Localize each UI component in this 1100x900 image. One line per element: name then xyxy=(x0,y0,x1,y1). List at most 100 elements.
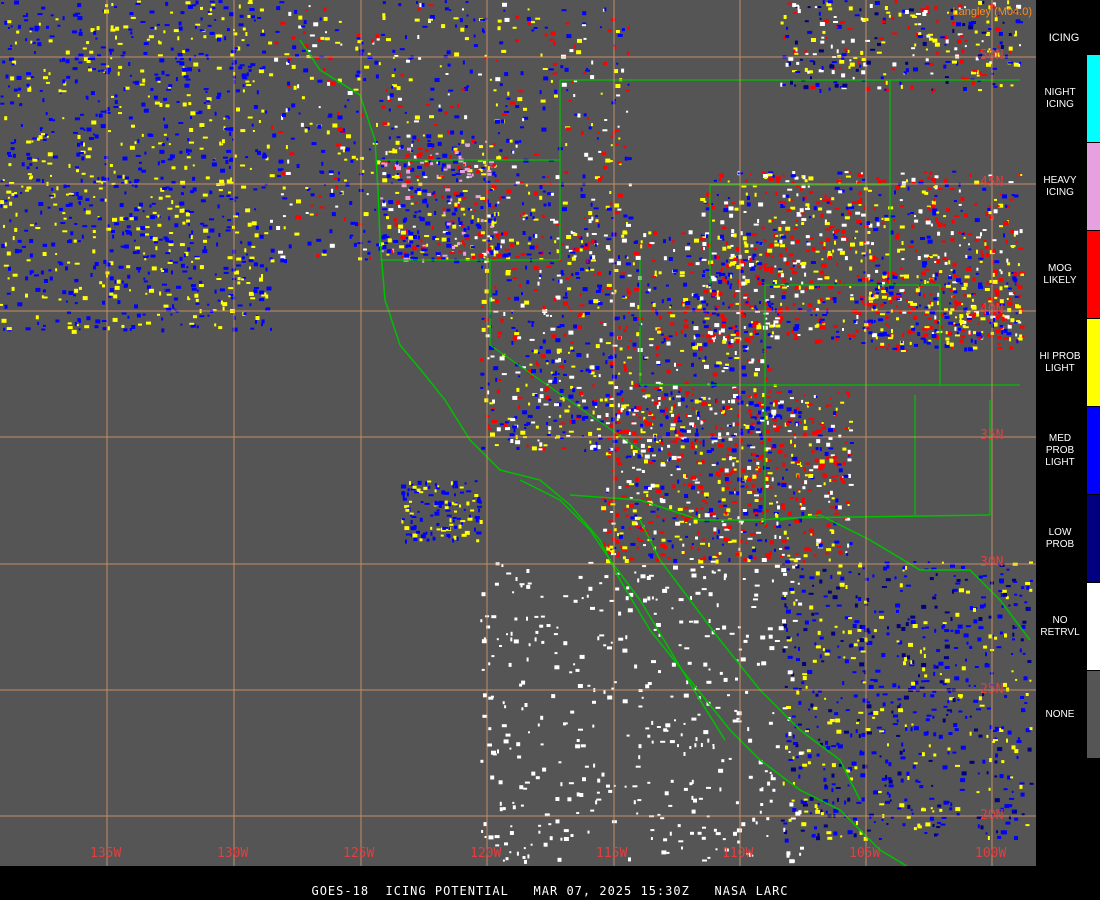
icing-pixel xyxy=(821,426,826,430)
icing-pixel xyxy=(157,54,163,57)
icing-pixel xyxy=(793,491,796,495)
icing-pixel xyxy=(822,326,826,329)
icing-pixel xyxy=(565,22,570,25)
icing-pixel xyxy=(258,69,264,74)
icing-pixel xyxy=(237,281,241,285)
icing-pixel xyxy=(901,258,905,261)
icing-pixel xyxy=(899,225,905,229)
icing-pixel xyxy=(793,338,799,340)
icing-pixel xyxy=(1009,337,1011,342)
icing-pixel xyxy=(665,284,669,287)
icing-pixel xyxy=(494,444,499,447)
icing-pixel xyxy=(506,196,511,199)
icing-pixel xyxy=(892,347,898,350)
icing-pixel xyxy=(428,485,431,489)
icing-pixel xyxy=(685,414,688,417)
icing-pixel xyxy=(86,41,90,45)
icing-pixel xyxy=(618,137,621,140)
icing-pixel xyxy=(647,283,650,287)
icing-pixel xyxy=(387,238,392,243)
icing-pixel xyxy=(710,512,716,516)
icing-pixel xyxy=(75,192,79,196)
icing-pixel xyxy=(782,194,786,198)
icing-pixel xyxy=(836,179,842,183)
icing-pixel xyxy=(406,59,410,63)
icing-pixel xyxy=(35,315,39,320)
icing-pixel xyxy=(276,226,281,230)
icing-pixel xyxy=(679,538,683,541)
icing-pixel xyxy=(626,110,629,113)
icing-pixel xyxy=(518,90,524,93)
icing-pixel xyxy=(242,27,246,31)
icing-pixel xyxy=(979,260,983,263)
icing-pixel xyxy=(791,181,795,184)
icing-pixel xyxy=(997,336,1002,340)
icing-pixel xyxy=(785,230,789,233)
icing-pixel xyxy=(685,405,688,408)
icing-pixel xyxy=(610,365,614,369)
icing-pixel xyxy=(855,211,861,215)
icing-pixel xyxy=(730,339,734,343)
icing-pixel xyxy=(786,537,789,540)
icing-pixel xyxy=(1011,194,1015,196)
icing-pixel xyxy=(810,314,813,316)
icing-pixel xyxy=(714,323,720,328)
icing-pixel xyxy=(794,293,799,298)
icing-pixel xyxy=(256,90,259,95)
icing-pixel xyxy=(907,25,910,30)
icing-pixel xyxy=(542,190,546,193)
icing-pixel xyxy=(198,52,204,55)
icing-pixel xyxy=(636,492,640,495)
icing-pixel xyxy=(254,287,259,289)
icing-pixel xyxy=(932,274,935,278)
icing-pixel xyxy=(527,21,531,26)
icing-pixel xyxy=(216,66,222,70)
icing-pixel xyxy=(491,409,495,412)
icing-pixel xyxy=(622,546,628,550)
icing-pixel xyxy=(417,7,421,11)
icing-pixel xyxy=(774,308,777,313)
icing-pixel xyxy=(967,256,972,260)
icing-pixel xyxy=(29,30,32,33)
icing-pixel xyxy=(463,227,467,232)
icing-pixel xyxy=(430,531,433,536)
icing-pixel xyxy=(929,278,933,283)
icing-pixel xyxy=(651,259,656,262)
icing-pixel xyxy=(712,219,715,222)
icing-pixel xyxy=(941,240,946,243)
icing-pixel xyxy=(733,388,737,391)
icing-pixel xyxy=(678,390,681,393)
icing-pixel xyxy=(350,221,356,225)
icing-pixel xyxy=(209,8,212,12)
icing-pixel xyxy=(690,399,694,402)
icing-pixel xyxy=(68,192,74,195)
icing-pixel xyxy=(800,290,805,294)
icing-pixel xyxy=(833,325,839,328)
icing-pixel xyxy=(625,485,630,488)
icing-pixel xyxy=(633,241,638,244)
icing-pixel xyxy=(656,361,661,364)
icing-pixel xyxy=(867,231,871,234)
icing-pixel xyxy=(759,253,763,256)
icing-pixel xyxy=(209,218,214,221)
icing-pixel xyxy=(703,325,709,329)
icing-pixel xyxy=(939,270,943,274)
icing-pixel xyxy=(237,304,243,307)
icing-pixel xyxy=(619,545,622,548)
icing-pixel xyxy=(718,443,723,448)
icing-pixel xyxy=(822,301,826,304)
icing-pixel xyxy=(550,218,555,221)
icing-pixel xyxy=(534,393,538,397)
icing-pixel xyxy=(766,481,769,484)
icing-pixel xyxy=(502,112,508,116)
icing-pixel xyxy=(496,427,501,432)
icing-pixel xyxy=(934,42,940,47)
icing-pixel xyxy=(499,356,505,361)
icing-pixel xyxy=(636,546,639,550)
icing-pixel xyxy=(449,518,452,523)
icing-pixel xyxy=(573,233,578,236)
icing-pixel xyxy=(647,439,652,443)
icing-pixel xyxy=(375,74,379,79)
icing-pixel xyxy=(809,280,814,284)
icing-pixel xyxy=(248,259,254,263)
